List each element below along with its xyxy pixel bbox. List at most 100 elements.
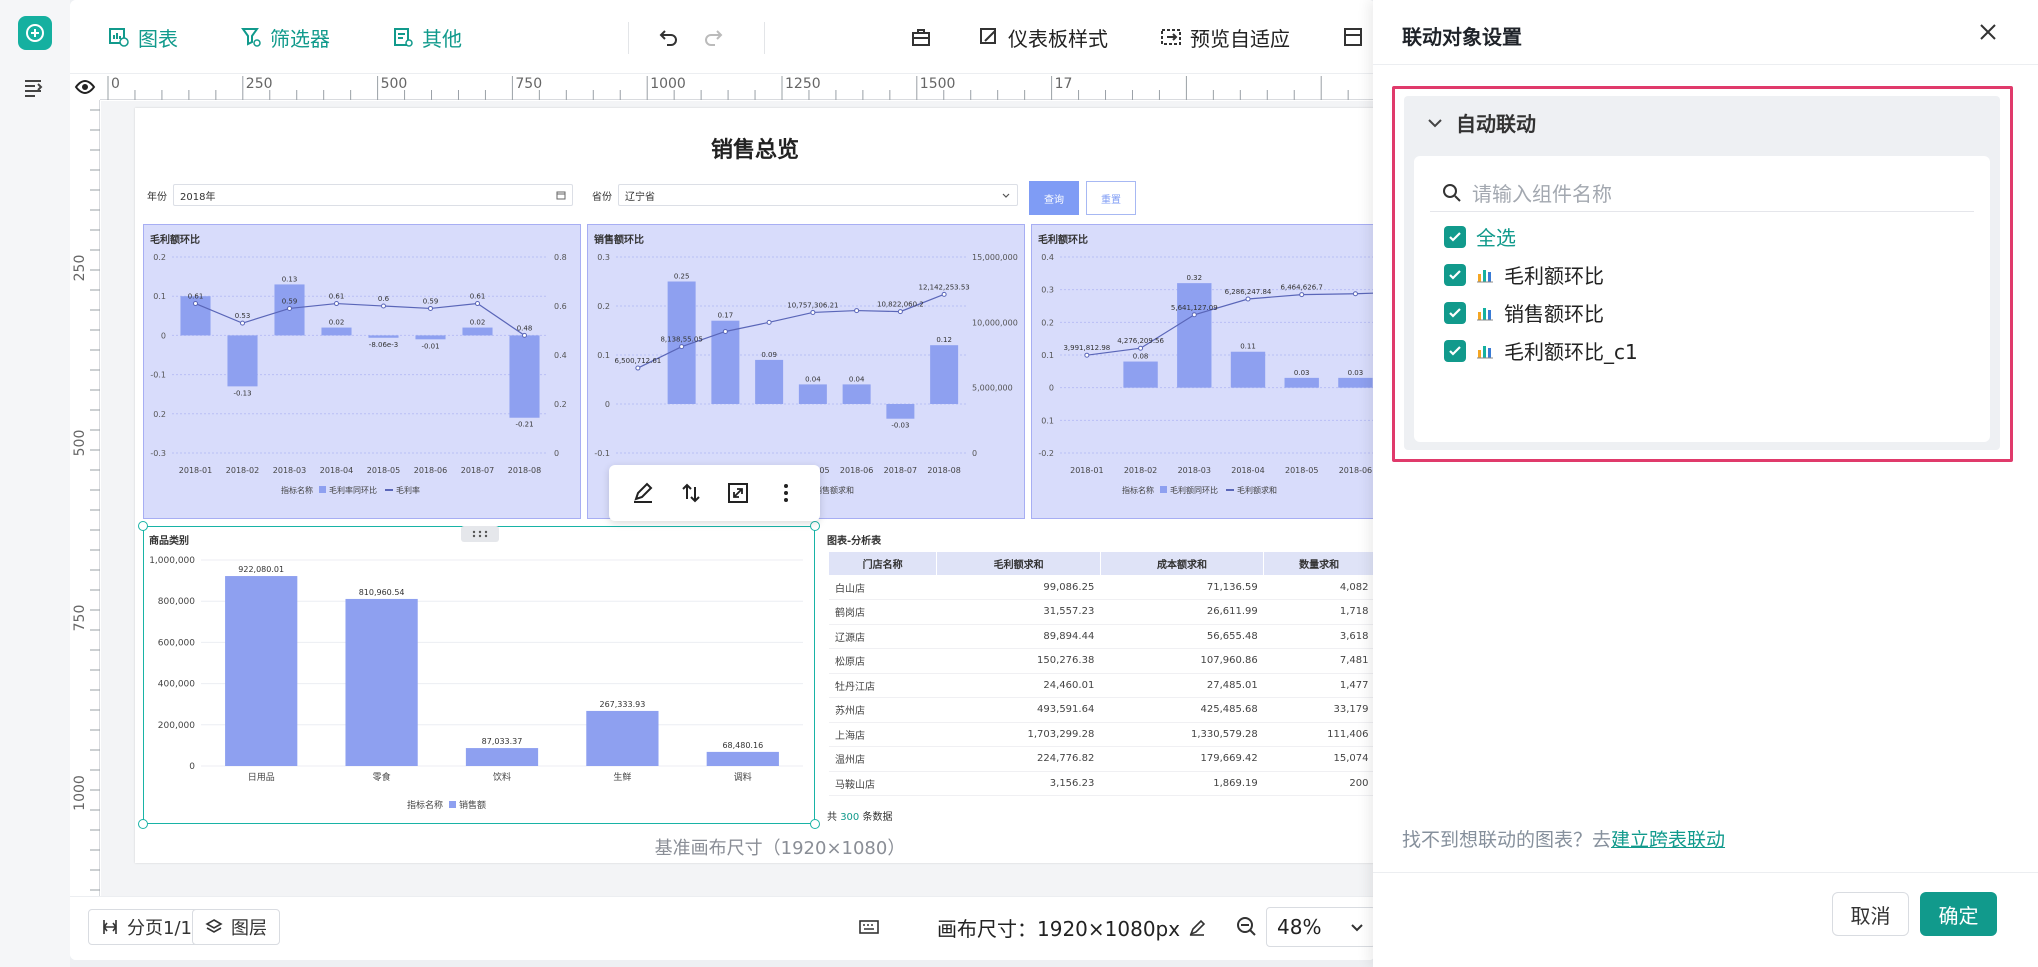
- toolbar-divider: [628, 22, 629, 54]
- line-point: [1191, 312, 1197, 318]
- reset-button[interactable]: 重置: [1086, 181, 1136, 215]
- bar-label: 0.13: [282, 275, 298, 283]
- zoom-out-icon[interactable]: [1235, 915, 1259, 939]
- y-tick-label: 0: [161, 331, 166, 340]
- ruler-label: 500: [72, 430, 88, 457]
- briefcase-icon: [912, 29, 930, 46]
- bar: [1123, 361, 1158, 388]
- expand-icon[interactable]: [726, 481, 750, 505]
- analysis-table-title: 图表-分析表: [827, 536, 882, 547]
- resize-handle[interactable]: [810, 819, 820, 829]
- more-settings-button[interactable]: [1342, 22, 1364, 52]
- y2-tick-label: 5,000,000: [972, 384, 1013, 393]
- line-label: 0.59: [282, 297, 298, 305]
- province-filter[interactable]: 省份 辽宁省: [586, 180, 1018, 210]
- table-header-cell[interactable]: 毛利额求和: [936, 552, 1101, 575]
- province-filter-select[interactable]: 辽宁省: [618, 184, 1018, 206]
- table-header-cell[interactable]: 数量求和: [1263, 552, 1375, 575]
- resize-handle[interactable]: [138, 819, 148, 829]
- insert-filter-button[interactable]: 筛选器: [240, 22, 330, 52]
- analysis-table-panel[interactable]: 图表-分析表 门店名称 毛利额求和 成本额求和 数量求和 白山店 99,086.25 71…: [825, 526, 1375, 824]
- resize-handle[interactable]: [810, 521, 820, 531]
- line-point: [897, 309, 903, 315]
- table-row[interactable]: 上海店 1,703,299.28 1,330,579.28 111,406: [829, 722, 1375, 747]
- gross-profit-chart: 0.2 0.1 0 -0.1 0.2 -0.3 0.8 0.6 0.4 0.2 0 -0.13 0.13…: [150, 253, 567, 495]
- eye-icon[interactable]: [74, 76, 96, 98]
- undo-button[interactable]: [658, 22, 680, 52]
- x-tick-label: 2018-02: [226, 466, 259, 475]
- x-tick-label: 2018-06: [840, 466, 873, 475]
- table-footer: 共 300 条数据: [827, 808, 892, 823]
- table-header-cell[interactable]: 门店名称: [829, 552, 938, 575]
- add-component-button[interactable]: [18, 16, 52, 50]
- table-row[interactable]: 苏州店 493,591.64 425,485.68 33,179: [829, 697, 1375, 723]
- gross-profit-c1-chart-panel[interactable]: 毛利额环比 0.4 0.3 0.2 0.1 0 0.1 -0.2 0.08 0.32 0.11 0.…: [1031, 224, 1376, 519]
- more-vertical-icon[interactable]: [774, 481, 798, 505]
- table-cell: 27,485.01: [1100, 673, 1264, 698]
- x-tick-label: 2018-04: [1231, 466, 1264, 475]
- bar: [1338, 377, 1373, 388]
- legend-swatch: [319, 486, 326, 493]
- bar-label: 0.02: [329, 319, 345, 327]
- outline-toggle-icon[interactable]: [22, 76, 48, 102]
- confirm-button[interactable]: 确定: [1920, 892, 1997, 936]
- zoom-select[interactable]: 48%: [1266, 907, 1375, 947]
- table-cell: 224,776.82: [936, 746, 1101, 772]
- table-row[interactable]: 温州店 224,776.82 179,669.42 15,074: [829, 746, 1375, 772]
- settings-doc-icon: [1344, 28, 1362, 46]
- redo-button[interactable]: [702, 22, 724, 52]
- drag-handle[interactable]: [461, 526, 499, 542]
- province-filter-value: 辽宁省: [625, 191, 655, 203]
- table-row[interactable]: 辽源店 89,894.44 56,655.48 3,618: [829, 624, 1375, 649]
- table-cell: 马鞍山店: [829, 771, 937, 796]
- table-cell: 493,591.64: [936, 697, 1101, 723]
- table-row[interactable]: 鹤岗店 31,557.23 26,611.99 1,718: [829, 599, 1375, 625]
- bar: [462, 327, 493, 336]
- year-filter[interactable]: 年份 2018年: [141, 180, 573, 210]
- y2-tick-label: 0.8: [554, 253, 567, 262]
- table-row[interactable]: 马鞍山店 3,156.23 1,869.19 200: [829, 771, 1375, 796]
- table-cell: 松原店: [829, 648, 937, 674]
- dashboard-style-button[interactable]: 仪表板样式: [978, 22, 1108, 52]
- cross-table-link[interactable]: 建立跨表联动: [1611, 829, 1725, 851]
- table-cell: 15,074: [1263, 746, 1375, 772]
- y2-tick-label: 0.2: [554, 400, 567, 409]
- table-header-cell[interactable]: 成本额求和: [1100, 552, 1265, 575]
- widget-floating-toolbar: [609, 465, 820, 521]
- zoom-value: 48%: [1277, 915, 1322, 939]
- briefcase-button[interactable]: [910, 22, 932, 52]
- cancel-button[interactable]: 取消: [1832, 892, 1909, 936]
- bar: [509, 335, 540, 418]
- query-button[interactable]: 查询: [1029, 181, 1079, 215]
- gross-profit-chart-panel[interactable]: 毛利额环比 0.2 0.1 0 -0.1 0.2 -0.3 0.8 0.6 0.4 0.2 0 -0.…: [143, 224, 581, 519]
- year-filter-input[interactable]: 2018年: [173, 184, 573, 206]
- bar: [755, 359, 784, 404]
- edit-icon[interactable]: [631, 481, 655, 505]
- preview-adapt-button[interactable]: 预览自适应: [1160, 22, 1290, 52]
- line-label: 6,464,626.7: [1281, 284, 1323, 292]
- table-row[interactable]: 牡丹江店 24,460.01 27,485.01 1,477: [829, 673, 1375, 698]
- insert-chart-button[interactable]: 图表: [108, 22, 178, 52]
- x-tick-label: 2018-06: [1339, 466, 1372, 475]
- layers-button[interactable]: 图层: [192, 909, 280, 945]
- bar-label: -0.01: [421, 342, 439, 350]
- resize-handle[interactable]: [138, 521, 148, 531]
- insert-other-button[interactable]: 其他: [392, 22, 462, 52]
- legend-label: 毛利率: [396, 485, 420, 495]
- table-cell: 1,718: [1263, 599, 1375, 625]
- bar-label: 0.11: [1240, 343, 1256, 351]
- canvas-size-setting[interactable]: 画布尺寸：1920×1080px: [937, 913, 1206, 942]
- page-button[interactable]: 分页1/1: [88, 909, 205, 945]
- y-tick-label: 0.3: [1041, 286, 1054, 295]
- canvas-size-text: 画布尺寸：1920×1080px: [937, 917, 1181, 941]
- line-label: 8,138,55.05: [660, 336, 702, 344]
- table-cell: 1,477: [1263, 673, 1375, 698]
- table-cell: 107,960.86: [1100, 648, 1264, 674]
- table-row[interactable]: 松原店 150,276.38 107,960.86 7,481: [829, 648, 1375, 674]
- bar-label: 0.25: [674, 273, 690, 281]
- page-icon: [103, 920, 117, 934]
- keyboard-icon[interactable]: [858, 917, 880, 937]
- close-icon[interactable]: [1976, 20, 2000, 44]
- link-swap-icon[interactable]: [679, 481, 703, 505]
- table-row[interactable]: 白山店 99,086.25 71,136.59 4,082: [829, 575, 1375, 600]
